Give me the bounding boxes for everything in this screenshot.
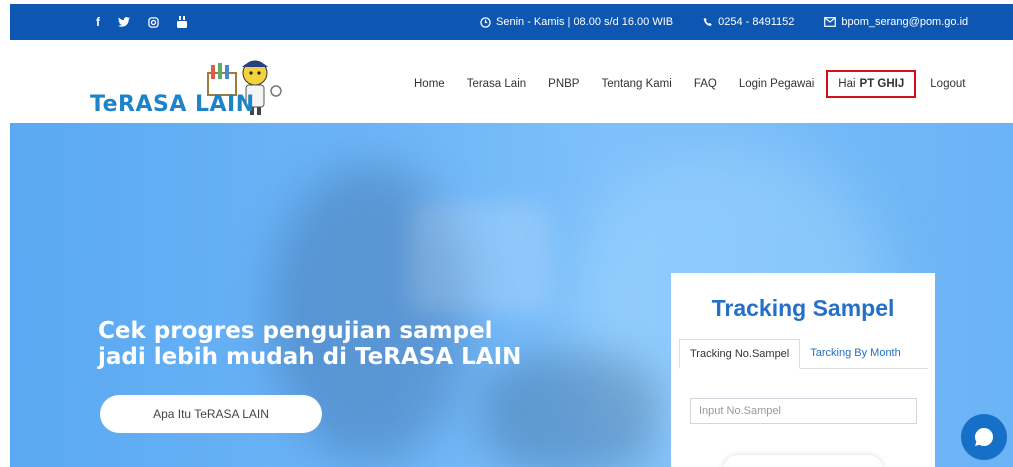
tracking-title: Tracking Sampel [711,295,895,321]
tab-tracking-by-month[interactable]: Tarcking By Month [800,339,910,368]
office-hours: Senin - Kamis | 08.00 s/d 16.00 WIB [480,16,673,28]
logo-text: TeRASA LAIN [90,92,255,117]
nav-logout[interactable]: Logout [930,78,965,90]
about-terasa-button[interactable]: Apa Itu TeRASA LAIN [100,395,322,433]
hero-banner: Cek progres pengujian sampel jadi lebih … [10,123,1013,467]
hero-title: Cek progres pengujian sampel jadi lebih … [98,318,521,370]
twitter-icon[interactable] [118,17,130,27]
chat-widget-button[interactable] [961,414,1007,460]
youtube-icon[interactable] [177,16,187,28]
hero-title-line-1: Cek progres pengujian sampel [98,318,493,344]
greeting-user: PT GHIJ [859,78,905,90]
top-bar: f Senin - Kamis | 08.00 s/d 16.00 WIB 02… [10,4,1013,40]
greeting-prefix: Hai [838,78,856,90]
instagram-icon[interactable] [148,16,159,28]
nav-faq[interactable]: FAQ [694,78,717,90]
facebook-icon[interactable]: f [96,15,100,29]
nav-tentang-kami[interactable]: Tentang Kami [601,78,671,90]
nav-user-greeting[interactable]: Hai PT GHIJ [826,70,917,98]
chat-icon [975,427,994,446]
nav-login-pegawai[interactable]: Login Pegawai [739,78,814,90]
tab-tracking-no-sampel[interactable]: Tracking No.Sampel [679,339,801,369]
nav-pnbp[interactable]: PNBP [548,78,579,90]
mail-icon [824,17,837,27]
phone-number: 0254 - 8491152 [703,16,794,28]
social-links: f [96,15,187,29]
hero-background-shape [410,203,550,313]
phone-text: 0254 - 8491152 [718,16,795,28]
email-contact[interactable]: bpom_serang@pom.go.id [824,16,968,28]
tracking-tabs: Tracking No.Sampel Tarcking By Month [679,339,928,369]
primary-nav: Home Terasa Lain PNBP Tentang Kami FAQ L… [414,70,987,98]
hero-title-line-2: jadi lebih mudah di TeRASA LAIN [98,344,522,370]
hero-background-shape [480,353,660,467]
main-navbar: TeRASA LAIN Home Terasa Lain PNBP Tentan… [10,40,1013,123]
phone-icon [703,17,713,27]
tracking-panel: Tracking Sampel Tracking No.Sampel Tarck… [671,273,935,467]
contact-info: Senin - Kamis | 08.00 s/d 16.00 WIB 0254… [480,16,968,28]
clock-icon [480,16,491,28]
nav-terasa-lain[interactable]: Terasa Lain [467,78,526,90]
office-hours-text: Senin - Kamis | 08.00 s/d 16.00 WIB [496,16,674,28]
nav-home[interactable]: Home [414,78,445,90]
track-submit-button[interactable] [723,455,883,467]
sample-number-input[interactable] [690,398,917,424]
site-logo[interactable]: TeRASA LAIN [90,55,290,117]
email-text[interactable]: bpom_serang@pom.go.id [841,16,968,28]
